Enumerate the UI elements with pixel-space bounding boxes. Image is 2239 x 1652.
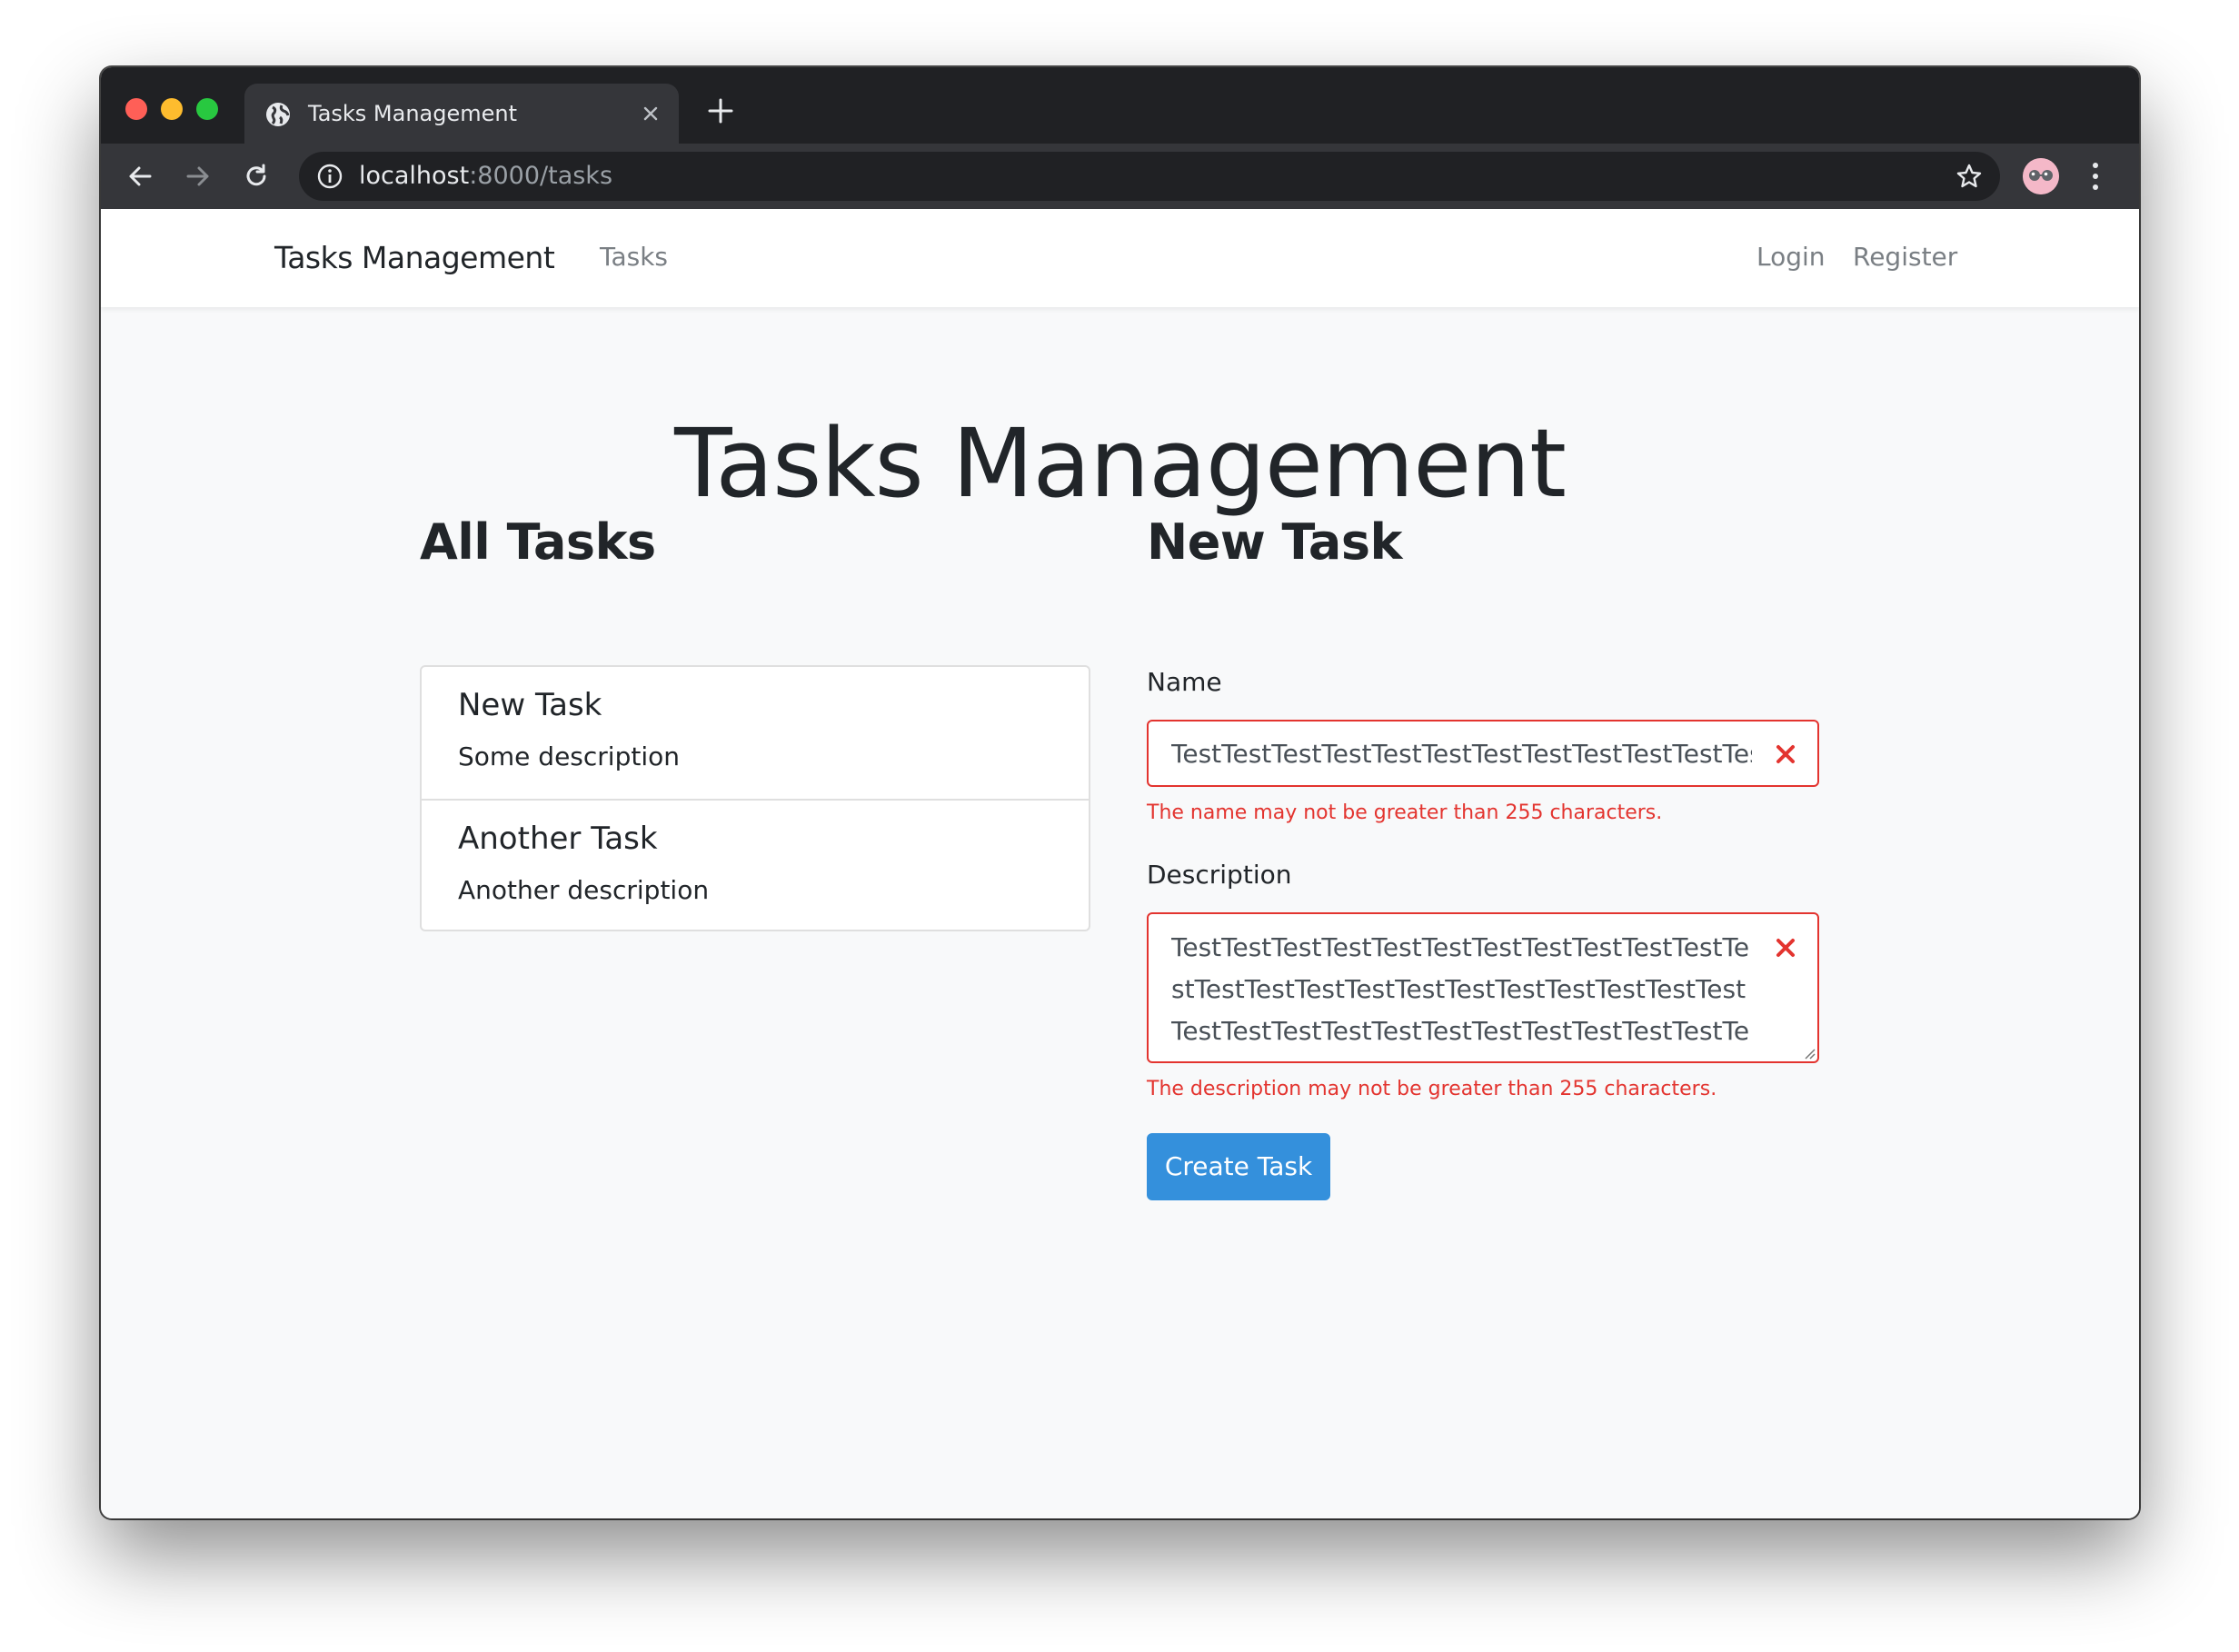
close-window-button[interactable]	[125, 98, 147, 120]
info-icon[interactable]	[317, 164, 343, 189]
nav-link-login[interactable]: Login	[1756, 209, 1826, 307]
url-path: :8000/tasks	[469, 162, 613, 190]
url-host: localhost	[359, 162, 470, 190]
back-arrow-icon	[129, 166, 152, 186]
close-icon[interactable]	[639, 102, 662, 125]
name-error: The name may not be greater than 255 cha…	[1147, 801, 1663, 824]
name-input[interactable]: TestTestTestTestTestTestTestTestTestTest…	[1147, 720, 1819, 787]
kebab-menu-icon[interactable]	[2089, 160, 2102, 193]
description-textarea-value: TestTestTestTestTestTestTestTestTestTest…	[1171, 932, 1750, 1061]
list-item[interactable]: Another Task Another description	[422, 799, 1089, 930]
tab-title: Tasks Management	[308, 101, 518, 126]
url-text[interactable]: localhost:8000/tasks	[359, 152, 612, 201]
page-title: Tasks Management	[674, 408, 1567, 519]
create-task-button[interactable]: Create Task	[1147, 1133, 1330, 1200]
task-description: Some description	[458, 741, 680, 771]
avatar[interactable]	[2023, 158, 2059, 194]
task-name: Another Task	[458, 821, 658, 857]
back-button[interactable]	[123, 159, 157, 194]
reload-button[interactable]	[239, 159, 274, 194]
description-textarea[interactable]: TestTestTestTestTestTestTestTestTestTest…	[1147, 912, 1819, 1063]
nav-link-register[interactable]: Register	[1853, 209, 1957, 307]
site-navbar: Tasks Management Tasks Login Register	[101, 209, 2139, 307]
task-name: New Task	[458, 687, 602, 723]
title-bar: Tasks Management	[101, 67, 2139, 144]
task-list: New Task Some description Another Task A…	[420, 665, 1090, 931]
resize-handle-icon[interactable]	[1801, 1045, 1816, 1060]
name-label: Name	[1147, 667, 1222, 697]
maximize-window-button[interactable]	[196, 98, 218, 120]
list-item[interactable]: New Task Some description	[422, 667, 1089, 799]
browser-toolbar: localhost:8000/tasks	[101, 144, 2139, 209]
description-label: Description	[1147, 860, 1292, 890]
page-viewport: Tasks Management Tasks Login Register Ta…	[101, 209, 2139, 1518]
description-error: The description may not be greater than …	[1147, 1078, 1717, 1100]
forward-arrow-icon	[186, 166, 209, 186]
task-description: Another description	[458, 875, 710, 905]
globe-icon	[266, 103, 290, 126]
reload-icon	[246, 164, 266, 186]
new-task-heading: New Task	[1147, 513, 1402, 571]
browser-window: Tasks Management localhost:8000/tasks Ta…	[101, 67, 2139, 1518]
minimize-window-button[interactable]	[161, 98, 183, 120]
navbar-brand[interactable]: Tasks Management	[274, 209, 555, 307]
all-tasks-heading: All Tasks	[420, 513, 656, 571]
invalid-x-icon	[1776, 745, 1795, 763]
name-input-value: TestTestTestTestTestTestTestTestTestTest…	[1171, 739, 1752, 769]
invalid-x-icon	[1776, 939, 1795, 957]
star-icon[interactable]	[1955, 162, 1984, 191]
profile-glasses-icon	[2023, 158, 2059, 194]
plus-icon[interactable]	[704, 95, 737, 127]
nav-link-tasks[interactable]: Tasks	[600, 209, 668, 307]
browser-tab[interactable]: Tasks Management	[244, 84, 679, 144]
forward-button[interactable]	[181, 159, 215, 194]
address-bar[interactable]: localhost:8000/tasks	[299, 152, 2000, 201]
